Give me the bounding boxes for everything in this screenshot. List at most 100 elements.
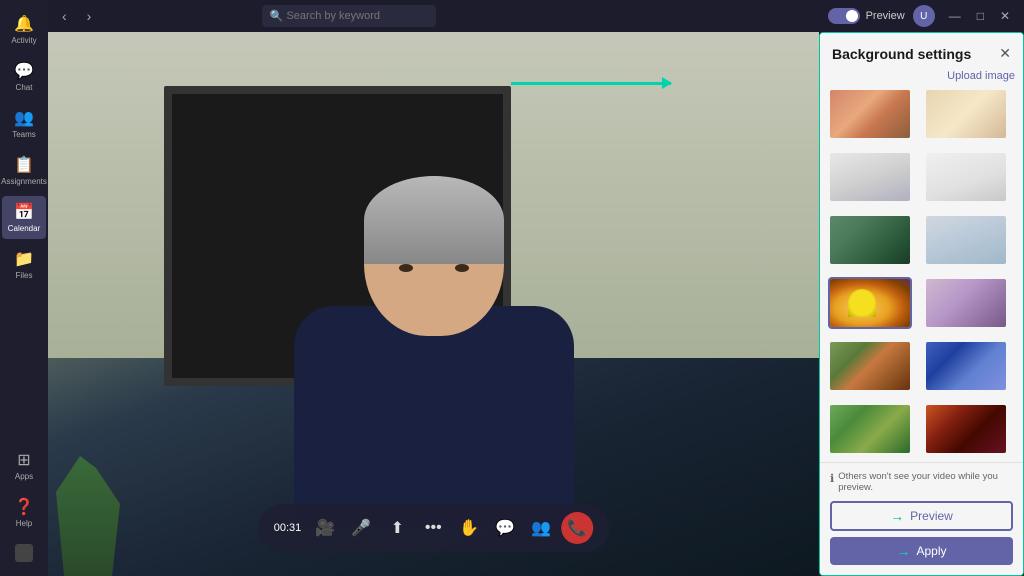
sidebar-label-teams: Teams: [12, 130, 36, 139]
chat-button[interactable]: 💬: [489, 512, 521, 544]
bg-thumb-12[interactable]: [924, 403, 1008, 455]
bg-image-1: [830, 90, 910, 138]
preview-toggle: Preview: [828, 8, 905, 24]
sidebar: 🔔 Activity 💬 Chat 👥 Teams 📋 Assignments …: [0, 0, 48, 576]
forward-button[interactable]: ›: [81, 6, 98, 26]
bg-image-3: [830, 153, 910, 201]
nav-buttons: ‹ ›: [56, 6, 97, 26]
participants-button[interactable]: 👥: [525, 512, 557, 544]
video-area: 00:31 🎥 🎤 ⬆ ••• ✋ 💬 👥 📞: [48, 32, 819, 576]
bg-image-4: [926, 153, 1006, 201]
person-eye-right: [455, 264, 469, 272]
sidebar-item-assignments[interactable]: 📋 Assignments: [2, 149, 46, 192]
sidebar-item-status[interactable]: [2, 538, 46, 568]
sidebar-label-apps: Apps: [15, 472, 33, 481]
bg-image-2: [926, 90, 1006, 138]
chat-icon: 💬: [14, 61, 34, 81]
sidebar-item-teams[interactable]: 👥 Teams: [2, 102, 46, 145]
titlebar-right: Preview U — □ ✕: [828, 5, 1016, 27]
footer-note-text: Others won't see your video while you pr…: [838, 471, 1013, 493]
apps-icon: ⊞: [17, 450, 30, 470]
video-background: [48, 32, 819, 576]
sidebar-item-apps[interactable]: ⊞ Apps: [2, 444, 46, 487]
sidebar-label-activity: Activity: [11, 36, 36, 45]
info-icon: ℹ: [830, 472, 834, 485]
sidebar-item-help[interactable]: ❓ Help: [2, 491, 46, 534]
bg-image-7: [830, 279, 910, 327]
bg-thumb-6[interactable]: [924, 214, 1008, 266]
upload-image-link[interactable]: Upload image: [820, 70, 1023, 88]
bg-image-10: [926, 342, 1006, 390]
bg-image-12: [926, 405, 1006, 453]
footer-note: ℹ Others won't see your video while you …: [830, 471, 1013, 493]
search-input[interactable]: [262, 5, 436, 27]
sidebar-item-files[interactable]: 📁 Files: [2, 243, 46, 286]
window-buttons: — □ ✕: [943, 7, 1016, 25]
files-icon: 📁: [14, 249, 34, 269]
bg-image-8: [926, 279, 1006, 327]
plant: [48, 456, 128, 576]
panel-close-button[interactable]: ✕: [999, 45, 1011, 62]
sidebar-label-files: Files: [16, 271, 33, 280]
preview-arrow-icon: →: [890, 508, 904, 524]
raise-hand-button[interactable]: ✋: [453, 512, 485, 544]
sidebar-label-chat: Chat: [16, 83, 33, 92]
bg-thumb-9[interactable]: [828, 340, 912, 392]
bg-thumb-7[interactable]: [828, 277, 912, 329]
back-button[interactable]: ‹: [56, 6, 73, 26]
preview-switch[interactable]: [828, 8, 860, 24]
bg-thumb-1[interactable]: [828, 88, 912, 140]
preview-button[interactable]: → Preview: [830, 501, 1013, 531]
arrow-indicator: [511, 82, 671, 85]
main-area: ‹ › 🔍 Preview U — □ ✕: [48, 0, 1024, 576]
person-eye-left: [399, 264, 413, 272]
sidebar-label-assignments: Assignments: [1, 177, 47, 186]
sidebar-label-calendar: Calendar: [8, 224, 40, 233]
panel-footer: ℹ Others won't see your video while you …: [820, 462, 1023, 575]
controls-bar: 00:31 🎥 🎤 ⬆ ••• ✋ 💬 👥 📞: [258, 504, 610, 552]
assignments-icon: 📋: [14, 155, 34, 175]
camera-button[interactable]: 🎥: [309, 512, 341, 544]
status-icon: [15, 544, 33, 562]
apply-arrow-icon: →: [896, 543, 910, 559]
arrow-line: [511, 82, 671, 85]
bg-thumb-10[interactable]: [924, 340, 1008, 392]
minimize-button[interactable]: —: [943, 7, 967, 25]
mic-button[interactable]: 🎤: [345, 512, 377, 544]
apply-btn-label: Apply: [916, 544, 946, 558]
avatar[interactable]: U: [913, 5, 935, 27]
bg-thumb-8[interactable]: [924, 277, 1008, 329]
preview-btn-label: Preview: [910, 509, 953, 523]
sidebar-item-activity[interactable]: 🔔 Activity: [2, 8, 46, 51]
calendar-icon: 📅: [14, 202, 34, 222]
bg-thumb-4[interactable]: [924, 151, 1008, 203]
bg-thumb-5[interactable]: [828, 214, 912, 266]
teams-icon: 👥: [14, 108, 34, 128]
bg-thumb-2[interactable]: [924, 88, 1008, 140]
close-button[interactable]: ✕: [994, 7, 1016, 25]
maximize-button[interactable]: □: [971, 7, 990, 25]
person-hair: [364, 176, 504, 264]
bg-thumb-3[interactable]: [828, 151, 912, 203]
background-settings-panel: Background settings ✕ Upload image: [819, 32, 1024, 576]
apply-button[interactable]: → Apply: [830, 537, 1013, 565]
search-area: 🔍: [262, 5, 662, 27]
panel-header: Background settings ✕: [820, 33, 1023, 70]
sidebar-item-calendar[interactable]: 📅 Calendar: [2, 196, 46, 239]
bg-thumb-11[interactable]: [828, 403, 912, 455]
end-call-button[interactable]: 📞: [561, 512, 593, 544]
sidebar-item-chat[interactable]: 💬 Chat: [2, 55, 46, 98]
person-head: [364, 176, 504, 336]
bg-image-11: [830, 405, 910, 453]
person-video: [284, 176, 584, 526]
titlebar: ‹ › 🔍 Preview U — □ ✕: [48, 0, 1024, 32]
activity-icon: 🔔: [14, 14, 34, 34]
bg-image-5: [830, 216, 910, 264]
share-button[interactable]: ⬆: [381, 512, 413, 544]
preview-label: Preview: [866, 10, 905, 22]
more-button[interactable]: •••: [417, 512, 449, 544]
content-area: 00:31 🎥 🎤 ⬆ ••• ✋ 💬 👥 📞 Background setti…: [48, 32, 1024, 576]
person-body: [294, 306, 574, 526]
call-timer: 00:31: [274, 522, 302, 534]
help-icon: ❓: [14, 497, 34, 517]
